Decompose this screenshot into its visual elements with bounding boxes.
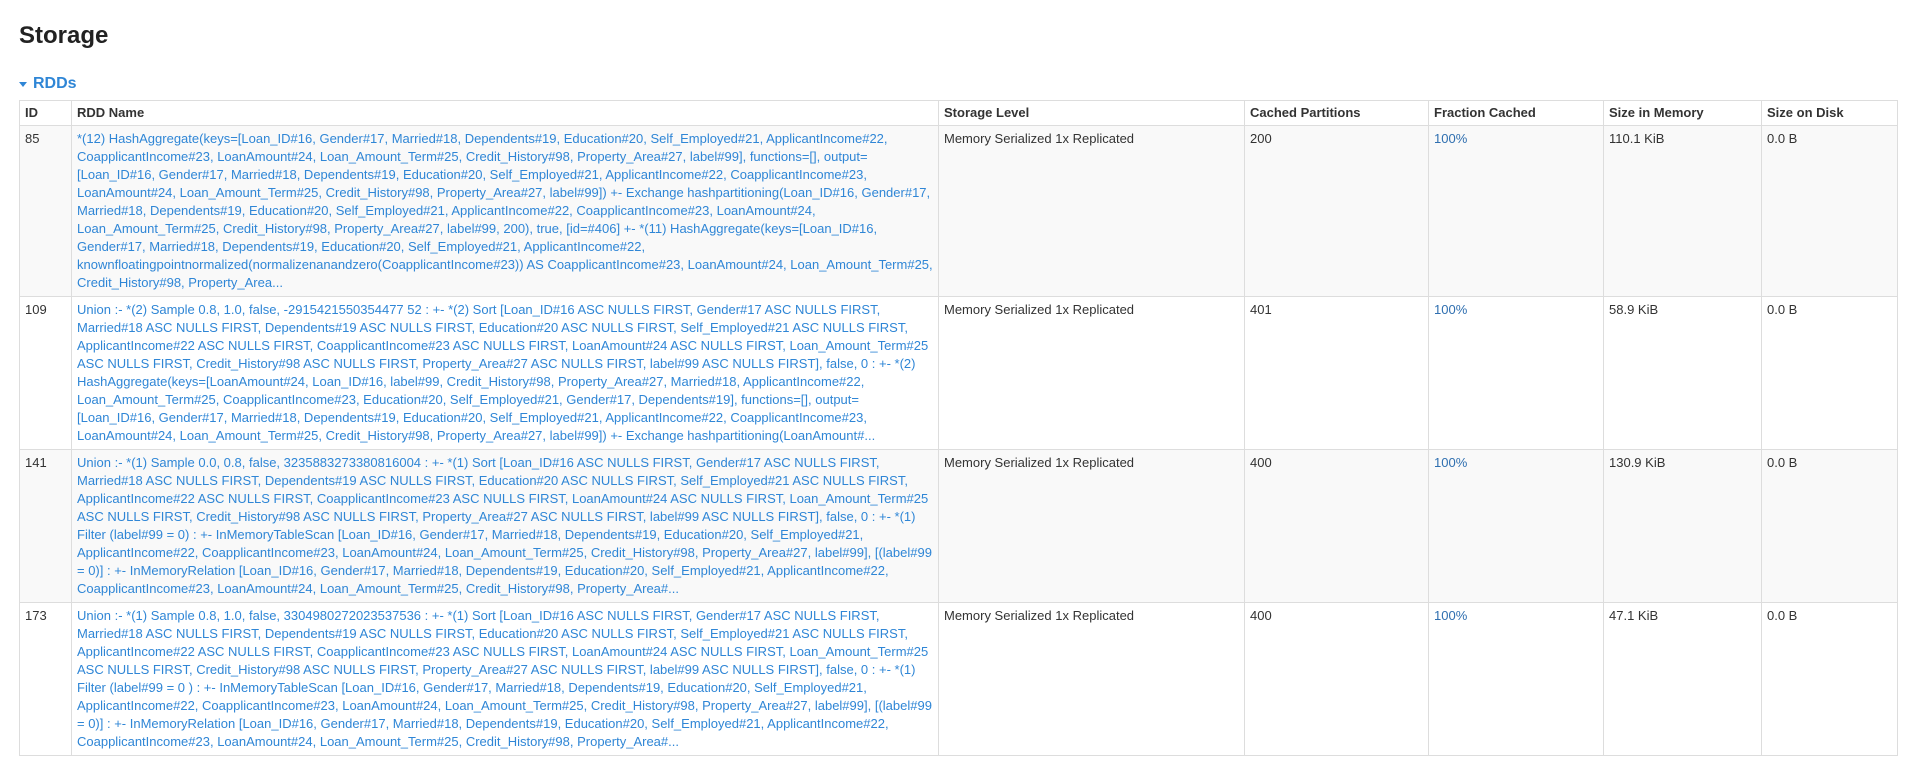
storage-page: Storage RDDs ID RDD Name Storage Level C… [0,0,1917,756]
caret-down-icon [19,81,27,87]
rdd-name-link[interactable]: Union :- *(1) Sample 0.0, 0.8, false, 32… [77,455,932,596]
page-title: Storage [19,22,109,49]
storage-level: Memory Serialized 1x Replicated [938,296,1245,450]
size-in-memory: 58.9 KiB [1603,296,1762,450]
size-in-memory: 130.9 KiB [1603,449,1762,603]
header-size-in-memory[interactable]: Size in Memory [1603,100,1762,126]
size-on-disk: 0.0 B [1761,602,1898,756]
fraction-cached: 100% [1428,602,1604,756]
rdd-table: ID RDD Name Storage Level Cached Partiti… [19,100,1898,756]
header-fraction-cached[interactable]: Fraction Cached [1428,100,1604,126]
rdd-name-link-cell: Union :- *(1) Sample 0.8, 1.0, false, 33… [71,602,939,756]
size-in-memory: 110.1 KiB [1603,125,1762,297]
header-rdd-name[interactable]: RDD Name [71,100,939,126]
size-in-memory: 47.1 KiB [1603,602,1762,756]
size-on-disk: 0.0 B [1761,449,1898,603]
rdd-name-link[interactable]: *(12) HashAggregate(keys=[Loan_ID#16, Ge… [77,131,933,290]
rdds-section-label: RDDs [33,75,77,92]
table-row: 173 Union :- *(1) Sample 0.8, 1.0, false,… [19,602,1898,756]
cached-partitions: 200 [1244,125,1429,297]
rdd-name-link[interactable]: Union :- *(2) Sample 0.8, 1.0, false, -2… [77,302,928,443]
header-id[interactable]: ID [19,100,72,126]
table-row: 141 Union :- *(1) Sample 0.0, 0.8, false,… [19,449,1898,603]
size-on-disk: 0.0 B [1761,125,1898,297]
cached-partitions: 400 [1244,602,1429,756]
rdd-id: 173 [19,602,72,756]
rdd-id: 109 [19,296,72,450]
storage-level: Memory Serialized 1x Replicated [938,125,1245,297]
header-cached-partitions[interactable]: Cached Partitions [1244,100,1429,126]
rdd-name-link-cell: Union :- *(2) Sample 0.8, 1.0, false, -2… [71,296,939,450]
fraction-cached: 100% [1428,125,1604,297]
table-row: 85 *(12) HashAggregate(keys=[Loan_ID#16, … [19,125,1898,297]
rdd-name-link-cell: Union :- *(1) Sample 0.0, 0.8, false, 32… [71,449,939,603]
storage-level: Memory Serialized 1x Replicated [938,602,1245,756]
fraction-cached: 100% [1428,296,1604,450]
cached-partitions: 401 [1244,296,1429,450]
fraction-cached: 100% [1428,449,1604,603]
rdd-name-link[interactable]: Union :- *(1) Sample 0.8, 1.0, false, 33… [77,608,932,749]
header-storage-level[interactable]: Storage Level [938,100,1245,126]
size-on-disk: 0.0 B [1761,296,1898,450]
rdd-name-link-cell: *(12) HashAggregate(keys=[Loan_ID#16, Ge… [71,125,939,297]
rdd-id: 85 [19,125,72,297]
storage-level: Memory Serialized 1x Replicated [938,449,1245,603]
rdds-section-toggle[interactable]: RDDs [19,73,1896,95]
rdd-id: 141 [19,449,72,603]
header-size-on-disk[interactable]: Size on Disk [1761,100,1898,126]
table-row: 109 Union :- *(2) Sample 0.8, 1.0, false,… [19,296,1898,450]
cached-partitions: 400 [1244,449,1429,603]
table-header-row: ID RDD Name Storage Level Cached Partiti… [19,100,1898,126]
